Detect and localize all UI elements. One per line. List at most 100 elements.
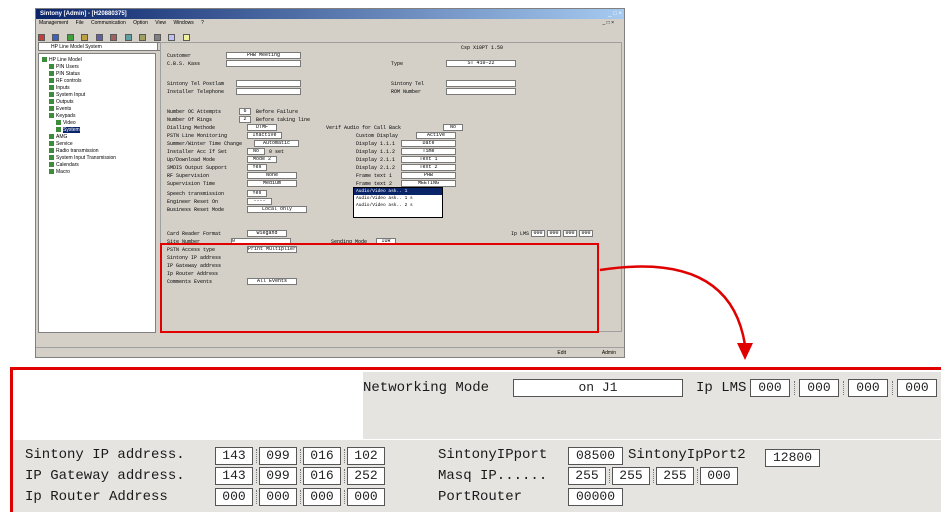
tree-node[interactable]: Keypads: [49, 113, 75, 119]
menu-view[interactable]: View: [155, 20, 166, 26]
engineer-field[interactable]: ----: [247, 198, 272, 205]
tree-node[interactable]: System Input Transmission: [49, 155, 116, 161]
networking-mode-field[interactable]: on J1: [513, 379, 683, 397]
cut-icon[interactable]: [110, 34, 118, 41]
frame-text2-field[interactable]: MEETING: [401, 180, 456, 187]
ip-lms-octet[interactable]: 000: [750, 379, 790, 397]
tree-node[interactable]: PIN Users: [49, 64, 79, 70]
ip-gateway-octet[interactable]: 099: [259, 467, 297, 485]
ip-lms-octet[interactable]: 000: [563, 230, 577, 237]
menu-help[interactable]: ?: [201, 20, 204, 26]
display-field[interactable]: Text 2: [401, 164, 456, 171]
pstn-field[interactable]: Inactive: [247, 132, 282, 139]
type-field[interactable]: ST 410-22: [446, 60, 516, 67]
audio-video-dropdown-list[interactable]: Audio/Video ask.. 1 Audio/Video ask.. 1 …: [353, 187, 443, 218]
smdis-field[interactable]: Yes: [247, 164, 267, 171]
dial-method-field[interactable]: DTMF: [247, 124, 277, 131]
type-label: Type: [391, 61, 404, 67]
sintony-ipport-field[interactable]: 08500: [568, 447, 623, 465]
tree-node[interactable]: HP Line Model: [42, 57, 82, 63]
installer-acc-field[interactable]: No: [247, 148, 265, 155]
tree-node[interactable]: Service: [49, 141, 73, 147]
tree-node[interactable]: Radio transmission: [49, 148, 99, 154]
connect-icon[interactable]: [66, 34, 74, 41]
dropdown-option[interactable]: Audio/Video ask.. 1 s: [354, 195, 442, 202]
sintony-ip-octet[interactable]: 016: [303, 447, 341, 465]
sintony-ip-octet[interactable]: 102: [347, 447, 385, 465]
paste-icon[interactable]: [139, 34, 147, 41]
masq-ip-octet[interactable]: 255: [656, 467, 694, 485]
refresh-icon[interactable]: [153, 34, 161, 41]
tree-node[interactable]: Inputs: [49, 85, 70, 91]
ip-router-octet[interactable]: 000: [347, 488, 385, 506]
tree-node-selected[interactable]: System: [56, 127, 80, 133]
tree-node[interactable]: Outputs: [49, 99, 74, 105]
tree-node[interactable]: Video: [56, 120, 76, 126]
tree-node[interactable]: Calendars: [49, 162, 79, 168]
updown-field[interactable]: Mode 2: [247, 156, 277, 163]
sintony-tel-field[interactable]: [236, 80, 301, 87]
tree-node[interactable]: AMG: [49, 134, 67, 140]
menu-file[interactable]: File: [76, 20, 84, 26]
verif-field[interactable]: No: [443, 124, 463, 131]
sintony-ip-octet[interactable]: 099: [259, 447, 297, 465]
rf-sup-field[interactable]: None: [247, 172, 297, 179]
display-field[interactable]: Text 1: [401, 156, 456, 163]
ip-lms-octet[interactable]: 000: [579, 230, 593, 237]
dropdown-option[interactable]: Audio/Video ask.. 2 s: [354, 202, 442, 209]
business-field[interactable]: Local only: [247, 206, 307, 213]
masq-ip-octet[interactable]: 255: [568, 467, 606, 485]
cbs-field[interactable]: [226, 60, 301, 67]
ip-router-octet[interactable]: 000: [259, 488, 297, 506]
card-reader-field[interactable]: Wiegand: [247, 230, 287, 237]
ip-lms-octet[interactable]: 000: [799, 379, 839, 397]
sintony-ipport2-field[interactable]: 12800: [765, 449, 820, 467]
tree-node[interactable]: System Input: [49, 92, 85, 98]
copy-icon[interactable]: [124, 34, 132, 41]
masq-ip-octet[interactable]: 255: [612, 467, 650, 485]
tree-node[interactable]: PIN Status: [49, 71, 80, 77]
menu-management[interactable]: Management: [39, 20, 68, 26]
settings-icon[interactable]: [168, 34, 176, 41]
dropdown-option[interactable]: Audio/Video ask.. 1: [354, 188, 442, 195]
open-icon[interactable]: [52, 34, 60, 41]
speech-field[interactable]: Yes: [247, 190, 267, 197]
save-icon[interactable]: [81, 34, 89, 41]
tree-node[interactable]: RF controls: [49, 78, 82, 84]
ip-router-octet[interactable]: 000: [215, 488, 253, 506]
sintony-ip-octet[interactable]: 143: [215, 447, 253, 465]
ip-router-octet[interactable]: 000: [303, 488, 341, 506]
rom-field[interactable]: [446, 88, 516, 95]
attempts-field[interactable]: 6: [239, 108, 251, 115]
summer-field[interactable]: Automatic: [254, 140, 299, 147]
supervision-field[interactable]: Medium: [247, 180, 297, 187]
window-controls[interactable]: _ □ ×: [608, 10, 622, 18]
ip-lms-octet[interactable]: 000: [848, 379, 888, 397]
ip-gateway-octet[interactable]: 016: [303, 467, 341, 485]
display-field[interactable]: Time: [401, 148, 456, 155]
sintony-tel2-field[interactable]: [446, 80, 516, 87]
menu-option[interactable]: Option: [133, 20, 148, 26]
menu-communication[interactable]: Communication: [91, 20, 126, 26]
tree-node[interactable]: Events: [49, 106, 71, 112]
port-router-field[interactable]: 00000: [568, 488, 623, 506]
menu-windows[interactable]: Windows: [173, 20, 193, 26]
frame-text1-field[interactable]: PHB: [401, 172, 456, 179]
mdi-controls[interactable]: _ □ ×: [603, 19, 615, 28]
customer-field[interactable]: PHB Meeting: [226, 52, 301, 59]
masq-ip-octet[interactable]: 000: [700, 467, 738, 485]
installer-tel-field[interactable]: [236, 88, 301, 95]
ip-gateway-octet[interactable]: 143: [215, 467, 253, 485]
custom-display-field[interactable]: Active: [416, 132, 456, 139]
help-icon[interactable]: [182, 34, 190, 41]
ip-lms-octet[interactable]: 000: [547, 230, 561, 237]
system-selector[interactable]: HP Line Model System ▾: [38, 42, 166, 51]
rings-field[interactable]: 2: [239, 116, 251, 123]
ip-lms-octet[interactable]: 000: [531, 230, 545, 237]
ip-lms-octet[interactable]: 000: [897, 379, 937, 397]
print-icon[interactable]: [95, 34, 103, 41]
display-field[interactable]: Date: [401, 140, 456, 147]
ip-gateway-octet[interactable]: 252: [347, 467, 385, 485]
tree-node[interactable]: Macro: [49, 169, 70, 175]
new-icon[interactable]: [38, 34, 45, 41]
